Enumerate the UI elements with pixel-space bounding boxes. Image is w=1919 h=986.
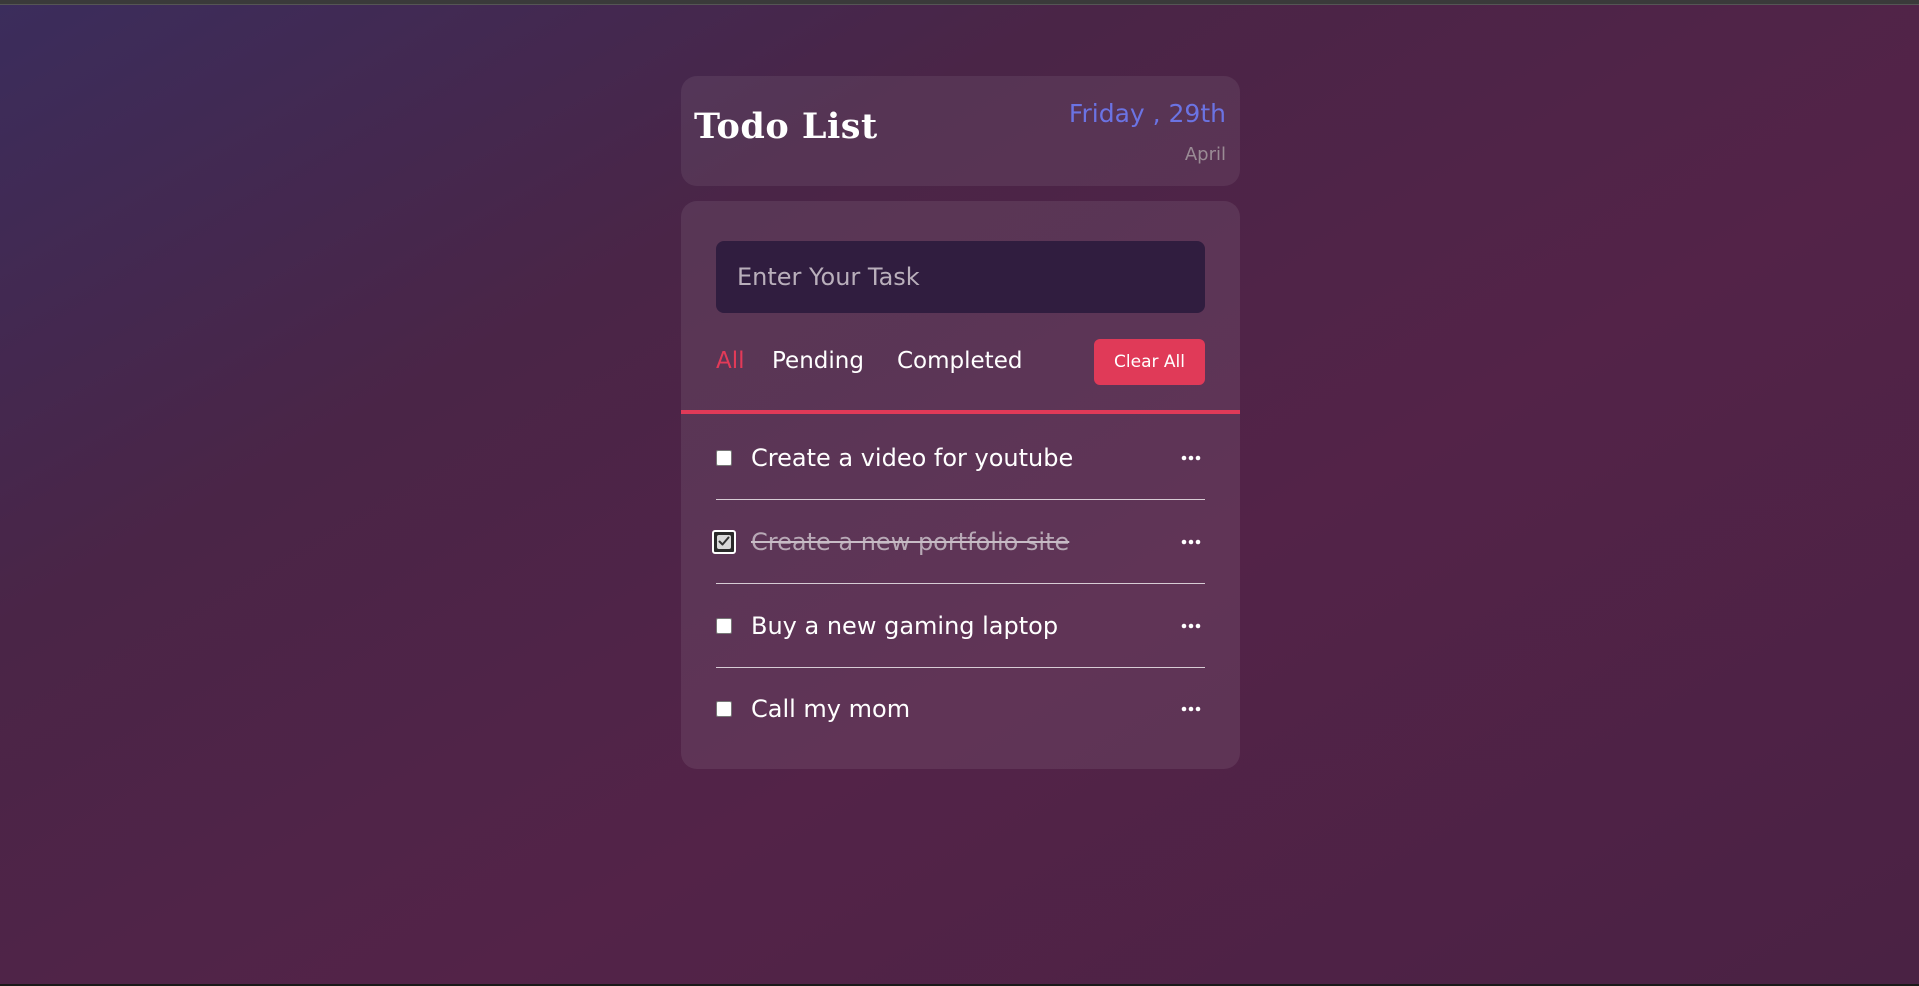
filter-pending[interactable]: Pending: [772, 350, 864, 373]
task-checkbox-checked[interactable]: [712, 530, 736, 554]
filter-all[interactable]: All: [716, 350, 745, 373]
checkmark-icon: [718, 536, 730, 546]
task-checkbox[interactable]: [716, 450, 732, 466]
app-title: Todo List: [694, 106, 878, 147]
task-row: Create a new portfolio site: [712, 500, 1205, 584]
task-row: Call my mom: [716, 667, 1205, 751]
task-text: Create a video for youtube: [751, 444, 1074, 472]
task-text: Buy a new gaming laptop: [751, 612, 1059, 640]
ellipsis-icon[interactable]: [1179, 699, 1203, 719]
task-checkbox[interactable]: [716, 701, 732, 717]
filter-divider: [681, 410, 1240, 414]
task-input[interactable]: [716, 241, 1205, 313]
ellipsis-icon[interactable]: [1179, 616, 1203, 636]
clear-all-button[interactable]: Clear All: [1094, 339, 1205, 385]
header-card: Todo List Friday , 29th April: [681, 76, 1240, 186]
task-checkbox[interactable]: [716, 618, 732, 634]
browser-top-strip: [0, 0, 1919, 5]
task-row: Buy a new gaming laptop: [716, 584, 1205, 668]
date-day: Friday , 29th: [1068, 99, 1226, 128]
date-month: April: [1184, 144, 1226, 165]
ellipsis-icon[interactable]: [1179, 448, 1203, 468]
ellipsis-icon[interactable]: [1179, 532, 1203, 552]
todo-card: All Pending Completed Clear All Create a…: [681, 201, 1240, 769]
filter-completed[interactable]: Completed: [897, 350, 1022, 373]
task-text: Call my mom: [751, 695, 911, 723]
task-text: Create a new portfolio site: [751, 528, 1070, 556]
task-row: Create a video for youtube: [716, 416, 1205, 500]
